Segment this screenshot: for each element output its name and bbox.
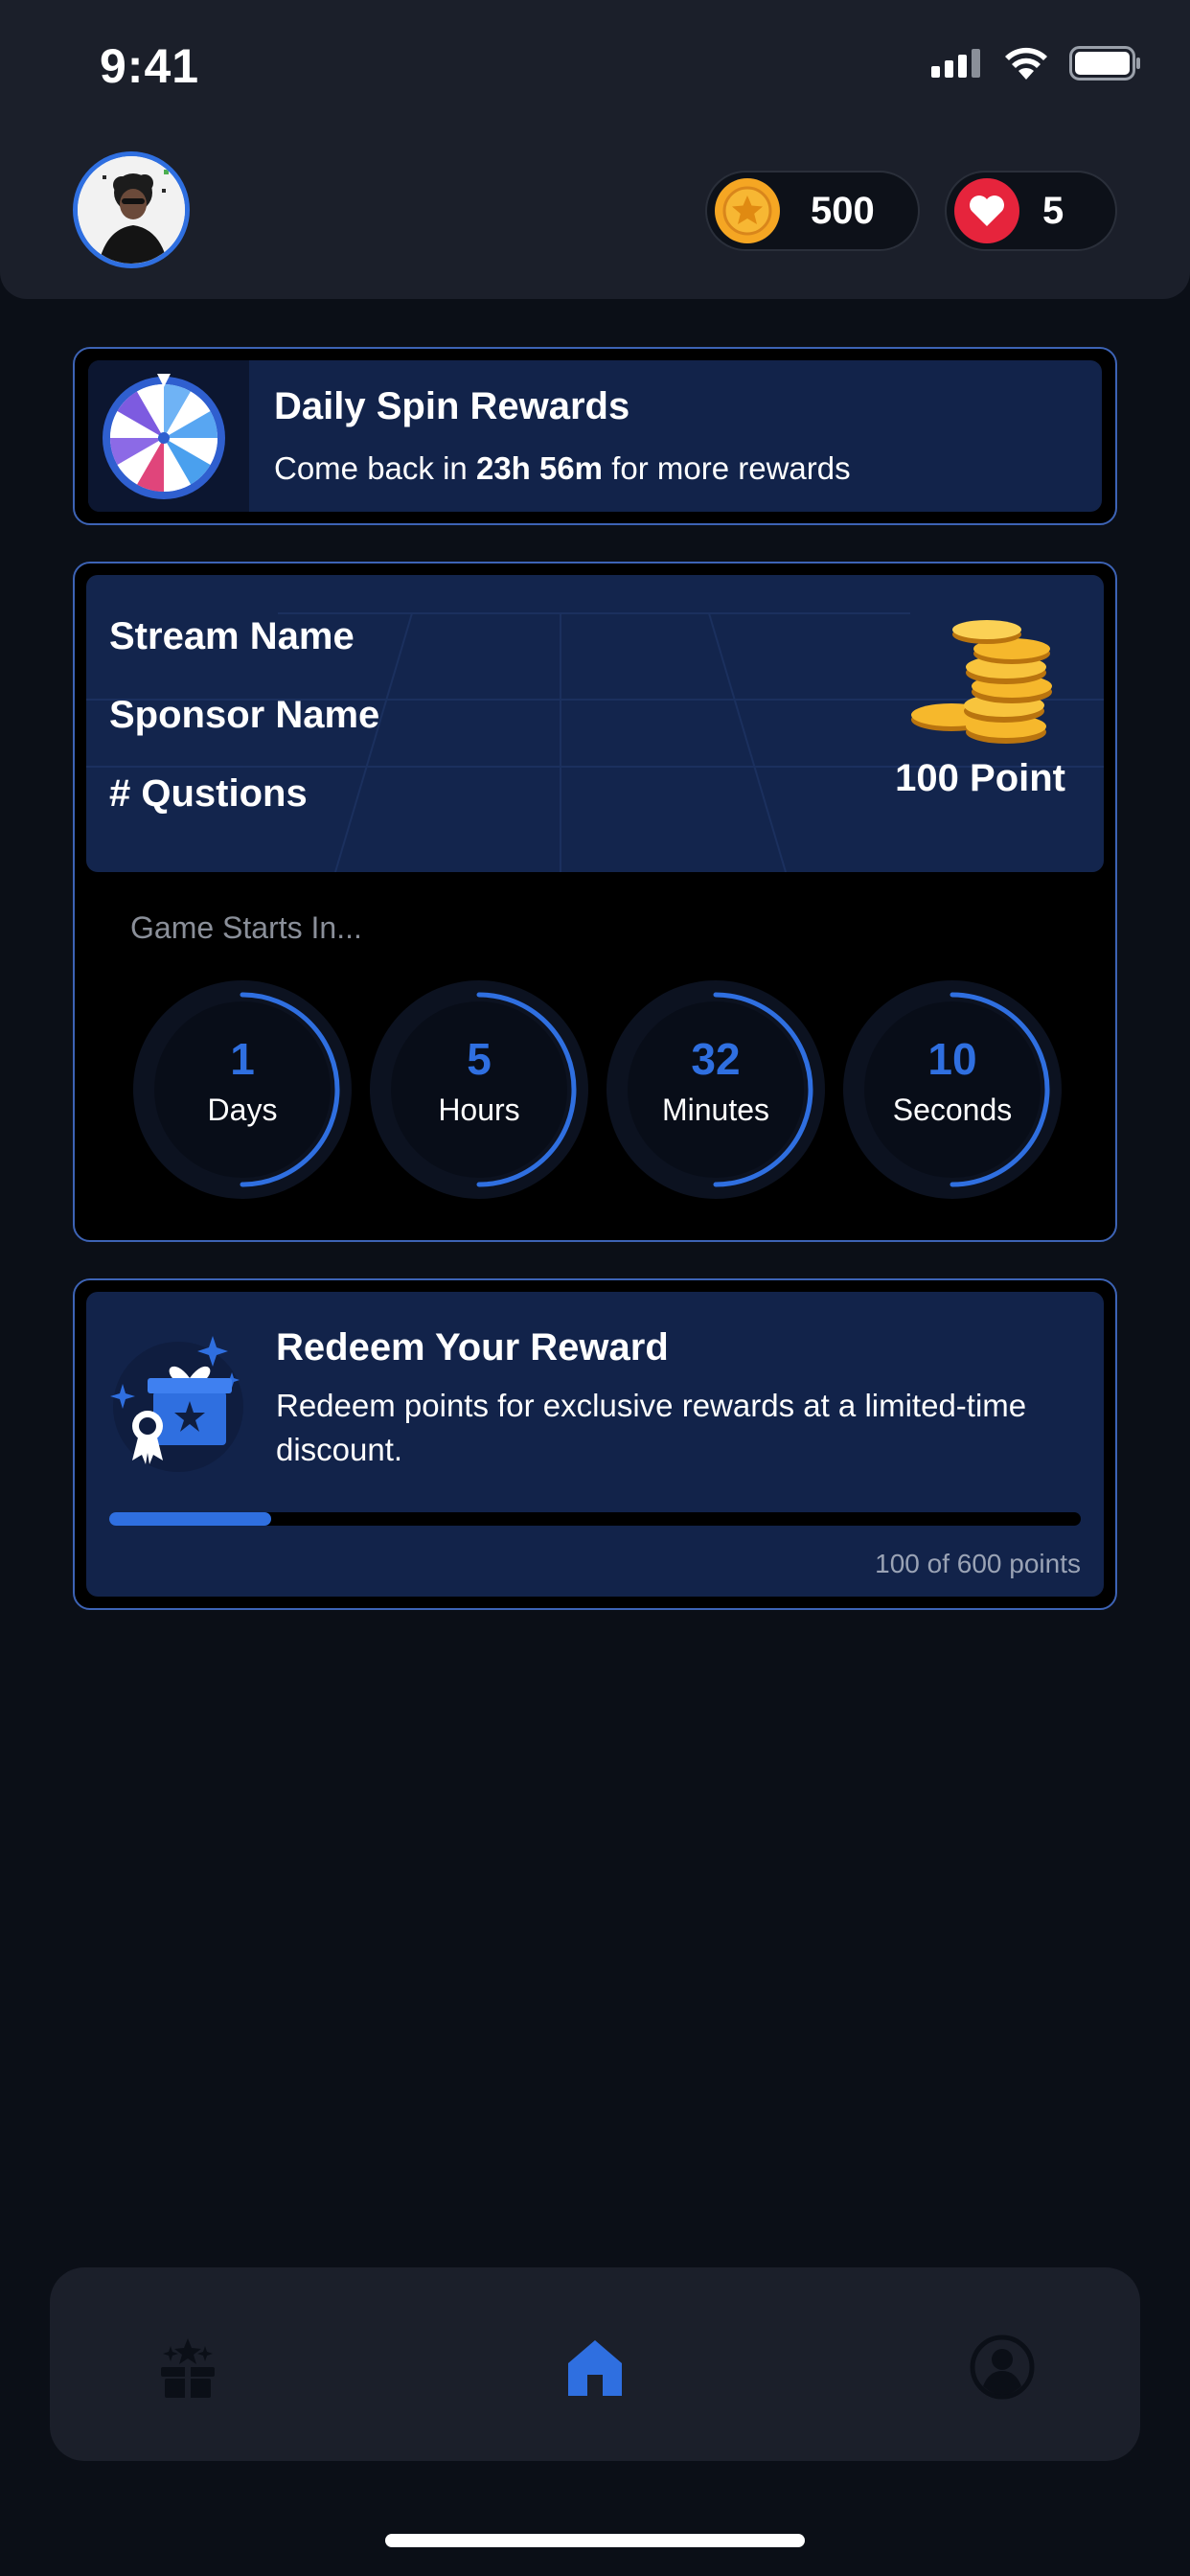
daily-spin-card[interactable]: Daily Spin Rewards Come back in 23h 56m … [73,347,1117,525]
spin-wheel-icon [103,374,225,499]
profile-icon [970,2334,1035,2400]
stream-info-panel: Stream Name Sponsor Name # Qustions 100 … [86,575,1104,872]
lives-value: 5 [1042,189,1064,232]
nav-rewards[interactable] [149,2329,226,2405]
timer-ring [606,980,825,1199]
timer-unit: Seconds [892,1092,1013,1127]
wifi-icon [1005,47,1047,80]
redeem-inner: Redeem Your Reward Redeem points for exc… [86,1292,1104,1597]
game-card[interactable]: Stream Name Sponsor Name # Qustions 100 … [73,562,1117,1242]
daily-spin-subtitle: Come back in 23h 56m for more rewards [274,450,851,487]
game-starts-label: Game Starts In... [130,910,362,945]
status-icons [931,46,1142,80]
coin-icon [715,178,780,243]
gold-coins-icon [911,620,1052,744]
daily-spin-inner: Daily Spin Rewards Come back in 23h 56m … [88,360,1102,512]
gift-icon [161,2338,215,2398]
signal-icon [931,49,980,78]
timer-unit: Days [207,1092,278,1127]
daily-spin-title: Daily Spin Rewards [274,385,630,427]
questions-count: # Qustions [109,772,308,815]
coins-value: 500 [811,189,875,232]
timer-ring [370,980,588,1199]
spin-sub-suffix: for more rewards [603,450,851,486]
home-icon [568,2340,622,2396]
user-avatar[interactable] [73,151,190,268]
timer-value: 32 [691,1034,741,1084]
timer-value: 5 [467,1034,492,1084]
coins-balance[interactable]: 500 [705,171,920,251]
timer-ring [133,980,352,1199]
redeem-progress-fill [109,1512,272,1526]
redeem-progress-bar [109,1512,1081,1526]
home-indicator [385,2534,805,2547]
timer-minutes: 32 Minutes [604,978,828,1202]
lives-balance[interactable]: 5 [945,171,1117,251]
redeem-description: Redeem points for exclusive rewards at a… [276,1388,1027,1467]
stream-name: Stream Name [109,615,355,657]
nav-home[interactable] [557,2329,633,2405]
timer-ring [843,980,1062,1199]
sponsor-name: Sponsor Name [109,694,380,736]
timer-value: 10 [927,1034,977,1084]
timer-seconds: 10 Seconds [840,978,1064,1202]
battery-icon [1069,46,1140,80]
timer-unit: Minutes [661,1092,770,1127]
avatar-image [78,156,185,264]
redeem-reward-card[interactable]: Redeem Your Reward Redeem points for exc… [73,1278,1117,1610]
reward-points: 100 Point [895,757,1065,799]
timer-days: 1 Days [130,978,355,1202]
timer-unit: Hours [438,1092,520,1127]
timer-hours: 5 Hours [367,978,591,1202]
redeem-progress-text: 100 of 600 points [875,1549,1081,1578]
spin-countdown: 23h 56m [475,450,604,486]
heart-icon [954,178,1019,243]
top-header: 9:41 500 5 [0,0,1190,299]
timer-value: 1 [230,1034,255,1084]
nav-profile[interactable] [964,2329,1041,2405]
redeem-title: Redeem Your Reward [276,1326,669,1368]
bottom-navigation [50,2267,1140,2461]
spin-sub-prefix: Come back in [274,450,476,486]
status-time: 9:41 [100,39,200,93]
gift-reward-icon [110,1336,243,1472]
